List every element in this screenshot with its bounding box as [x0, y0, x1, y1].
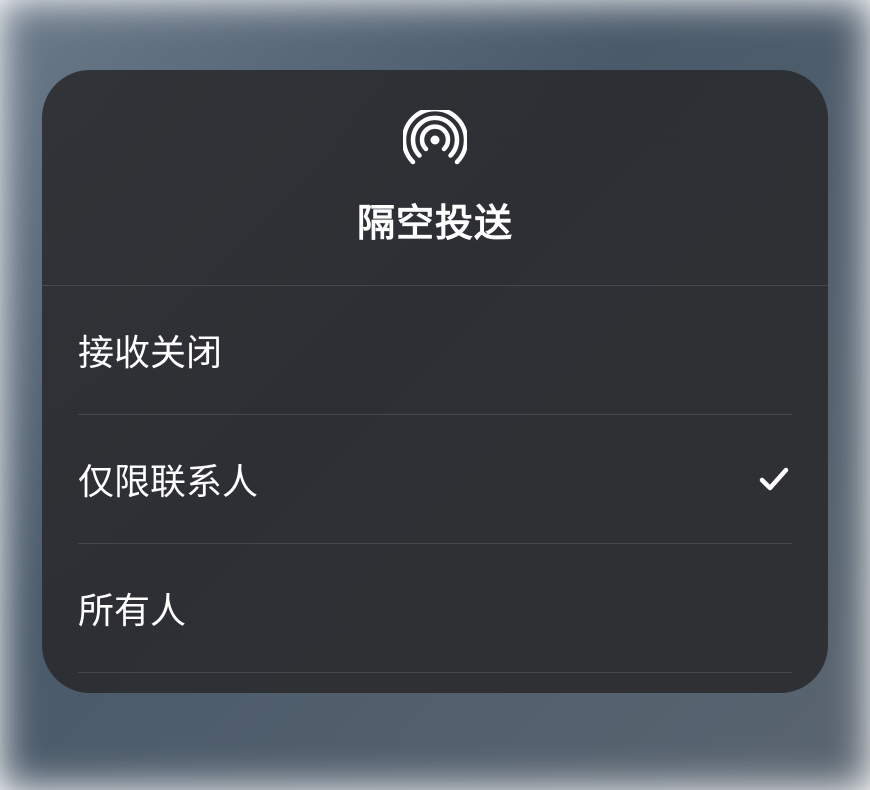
airdrop-icon — [403, 110, 467, 174]
checkmark-icon — [756, 461, 792, 497]
option-label: 接收关闭 — [78, 324, 222, 376]
option-receiving-off[interactable]: 接收关闭 — [78, 286, 792, 415]
option-label: 所有人 — [78, 582, 186, 634]
airdrop-option-list: 接收关闭 仅限联系人 所有人 — [42, 286, 828, 673]
option-contacts-only[interactable]: 仅限联系人 — [78, 415, 792, 544]
airdrop-header: 隔空投送 — [42, 70, 828, 286]
option-label: 仅限联系人 — [78, 453, 258, 505]
option-everyone[interactable]: 所有人 — [78, 544, 792, 673]
panel-padding — [42, 673, 828, 693]
airdrop-settings-panel: 隔空投送 接收关闭 仅限联系人 所有人 — [42, 70, 828, 693]
airdrop-title: 隔空投送 — [357, 192, 513, 247]
